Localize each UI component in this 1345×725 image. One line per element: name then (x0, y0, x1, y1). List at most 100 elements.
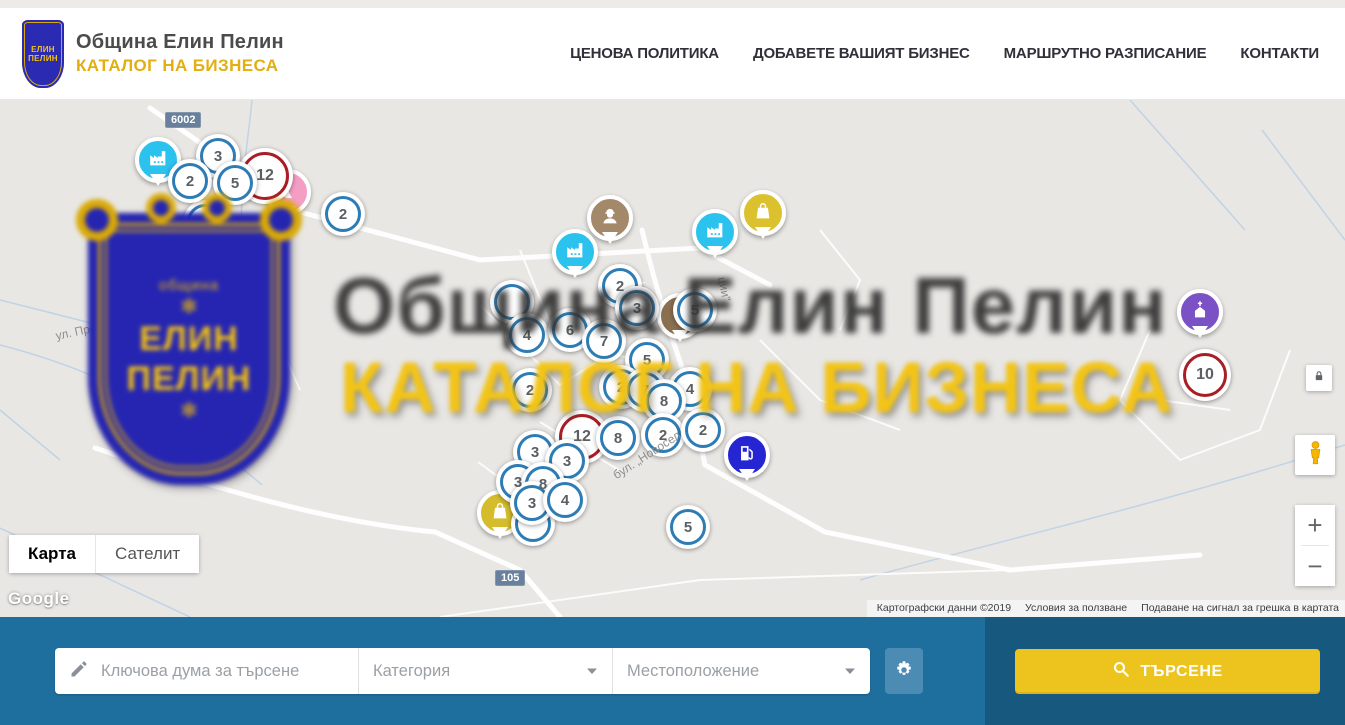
bag-icon (752, 200, 774, 227)
site-subtitle: КАТАЛОГ НА БИЗНЕСА (76, 56, 284, 76)
logo-text: ЕЛИН (31, 45, 55, 54)
map-markers-layer: 123252235467521227488223338345106002105у… (0, 100, 1345, 617)
search-fields: Категория Местоположение (55, 648, 870, 694)
cluster-count: 2 (339, 206, 347, 223)
cluster-count: 6 (566, 322, 574, 339)
search-button[interactable]: ТЪРСЕНЕ (1015, 649, 1320, 694)
map-cluster-marker[interactable]: 7 (582, 319, 626, 363)
page-top-strip (0, 0, 1345, 8)
church-pin-marker[interactable] (1177, 289, 1223, 335)
keyword-field[interactable] (55, 648, 358, 694)
lock-icon (1312, 369, 1326, 388)
map-cluster-marker[interactable]: 2 (321, 192, 365, 236)
category-select[interactable]: Категория (358, 648, 612, 694)
zoom-out-button[interactable]: − (1295, 546, 1335, 586)
pencil-icon (69, 659, 89, 684)
street-label: ции" (715, 276, 734, 303)
nav-pricing-policy[interactable]: ЦЕНОВА ПОЛИТИКА (570, 45, 719, 62)
nav-contacts[interactable]: КОНТАКТИ (1240, 45, 1319, 62)
attribution-copyright: Картографски данни ©2019 (877, 602, 1011, 614)
map-type-control: Карта Сателит (9, 535, 199, 573)
location-select[interactable]: Местоположение (612, 648, 870, 694)
church-icon (1189, 299, 1211, 326)
factory-pin-marker[interactable] (692, 209, 738, 255)
cluster-count: 12 (573, 428, 591, 446)
nav-route-schedule[interactable]: МАРШРУТНО РАЗПИСАНИЕ (1004, 45, 1207, 62)
chevron-down-icon (586, 662, 598, 680)
cluster-count: 2 (617, 379, 625, 396)
map-cluster-marker[interactable]: 5 (666, 505, 710, 549)
cluster-count: 10 (1196, 366, 1214, 384)
cluster-count: 3 (531, 444, 539, 461)
gear-icon (893, 659, 915, 684)
main-nav: ЦЕНОВА ПОЛИТИКА ДОБАВЕТЕ ВАШИЯТ БИЗНЕС М… (570, 45, 1319, 62)
map-cluster-marker[interactable] (183, 200, 227, 244)
map-cluster-marker[interactable]: 5 (673, 288, 717, 332)
cluster-count: 3 (214, 148, 222, 165)
cluster-count: 2 (616, 278, 624, 295)
map-cluster-marker[interactable]: 10 (1179, 349, 1231, 401)
cluster-count: 2 (699, 422, 707, 439)
nav-add-your-business[interactable]: ДОБАВЕТЕ ВАШИЯТ БИЗНЕС (753, 45, 970, 62)
cluster-count: 7 (600, 333, 608, 350)
lock-button[interactable] (1306, 365, 1332, 391)
cluster-count: 7 (641, 382, 649, 399)
cluster-count: 4 (523, 327, 531, 344)
factory-pin-marker[interactable] (552, 229, 598, 275)
map-cluster-marker[interactable]: 2 (168, 159, 212, 203)
map-attribution: Картографски данни ©2019 Условия за полз… (867, 600, 1345, 617)
cluster-count: 8 (539, 476, 547, 493)
cluster-count: 3 (514, 474, 522, 491)
road-badge: 6002 (165, 112, 201, 128)
search-icon (1112, 660, 1130, 683)
road-badge: 105 (495, 570, 525, 586)
cluster-count: 4 (686, 381, 694, 398)
cluster-count: 12 (256, 167, 274, 185)
fuel-icon (736, 442, 758, 469)
cluster-count: 2 (526, 382, 534, 399)
street-view-pegman-button[interactable] (1295, 435, 1335, 475)
fuel-pin-marker[interactable] (724, 432, 770, 478)
worker-pin-marker[interactable] (587, 195, 633, 241)
cluster-count: 4 (561, 492, 569, 509)
search-button-label: ТЪРСЕНЕ (1140, 663, 1223, 681)
map-cluster-marker[interactable]: 5 (213, 161, 257, 205)
location-select-value: Местоположение (627, 662, 759, 681)
map-type-satellite-button[interactable]: Сателит (95, 535, 199, 573)
google-map[interactable]: 123252235467521227488223338345106002105у… (0, 100, 1345, 617)
cluster-count: 5 (643, 352, 651, 369)
map-cluster-marker[interactable]: 2 (681, 408, 725, 452)
cluster-count: 5 (691, 302, 699, 319)
municipality-logo: ЕЛИН ПЕЛИН (22, 20, 64, 88)
street-label: ул. Преслав (54, 315, 123, 343)
map-cluster-marker[interactable]: 4 (543, 478, 587, 522)
keyword-search-input[interactable] (101, 662, 344, 681)
bag-icon (489, 500, 511, 527)
map-type-map-button[interactable]: Карта (9, 535, 95, 573)
cluster-count: 8 (660, 393, 668, 410)
report-map-error-link[interactable]: Подаване на сигнал за грешка в картата (1141, 602, 1339, 614)
terms-of-use-link[interactable]: Условия за ползване (1025, 602, 1127, 614)
cluster-count: 3 (528, 495, 536, 512)
bag-pin-marker[interactable] (740, 190, 786, 236)
zoom-in-button[interactable]: + (1295, 505, 1335, 545)
factory-icon (704, 219, 726, 246)
factory-icon (147, 147, 169, 174)
site-header: ЕЛИН ПЕЛИН Община Елин Пелин КАТАЛОГ НА … (0, 8, 1345, 100)
cluster-count: 8 (614, 430, 622, 447)
map-zoom-control: + − (1295, 505, 1335, 586)
chevron-down-icon (844, 662, 856, 680)
advanced-search-button[interactable] (885, 648, 923, 694)
cluster-count: 2 (186, 173, 194, 190)
map-cluster-marker[interactable]: 4 (505, 313, 549, 357)
cluster-count: 3 (563, 453, 571, 470)
map-cluster-marker[interactable]: 2 (508, 368, 552, 412)
category-select-value: Категория (373, 662, 450, 681)
map-cluster-marker[interactable]: 8 (596, 416, 640, 460)
site-title: Община Елин Пелин (76, 31, 284, 54)
cluster-count: 5 (231, 175, 239, 192)
site-brand[interactable]: ЕЛИН ПЕЛИН Община Елин Пелин КАТАЛОГ НА … (22, 20, 284, 88)
google-logo[interactable]: Google (8, 589, 70, 609)
factory-icon (564, 239, 586, 266)
worker-icon (599, 205, 621, 232)
